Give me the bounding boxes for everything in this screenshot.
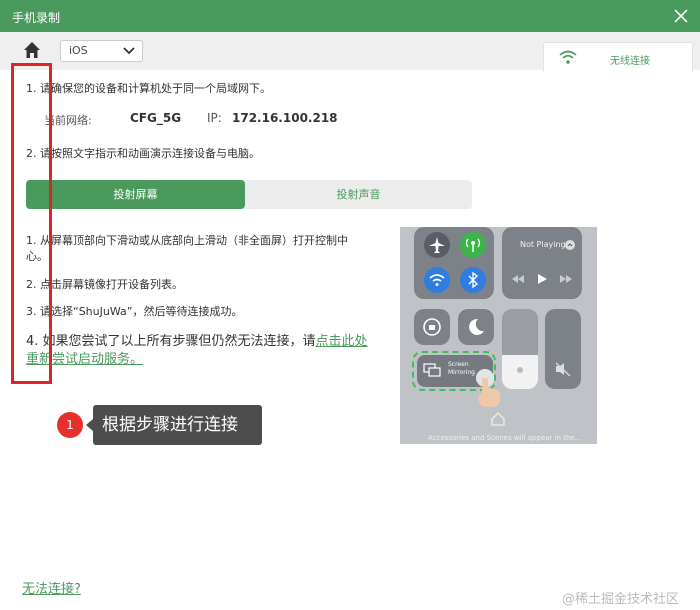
home-icon[interactable] [22, 40, 42, 60]
preview-caption: Accessories and Scenes will appear in th… [428, 434, 582, 442]
now-playing-label: Not Playing [520, 240, 566, 249]
instruction-4-text: 4. 如果您尝试了以上所有步骤但仍然无法连接，请 [26, 334, 316, 349]
chevron-down-icon [123, 47, 135, 55]
window-title: 手机录制 [12, 11, 61, 25]
step-2-text: 2. 请按照文字指示和动画演示连接设备与电脑。 [26, 147, 260, 160]
cellular-icon [460, 232, 486, 258]
instruction-4: 4. 如果您尝试了以上所有步骤但仍然无法连接，请点击此处重新尝试启动服务。 [26, 333, 371, 369]
instruction-1: 1. 从屏幕顶部向下滑动或从底部向上滑动（非全面屏）打开控制中心。 [26, 234, 348, 263]
home-device-icon [491, 412, 505, 426]
os-select[interactable]: iOS [60, 40, 143, 62]
annotation-badge: 1 [57, 412, 83, 438]
instruction-2: 2. 点击屏幕镜像打开设备列表。 [26, 278, 183, 291]
watermark: @稀土掘金技术社区 [562, 592, 680, 607]
annotation-tooltip: 根据步骤进行连接 [86, 405, 262, 445]
do-not-disturb-tile [458, 309, 494, 345]
wifi-icon [559, 50, 577, 64]
cannot-connect-link[interactable]: 无法连接? [22, 578, 81, 597]
ip-label: IP: [207, 111, 222, 125]
sun-icon [517, 367, 523, 373]
screen-mirroring-icon [423, 363, 441, 377]
title-bar: 手机录制 [0, 0, 700, 32]
airplane-icon [424, 232, 450, 258]
volume-slider [545, 309, 581, 389]
tab-wireless-label: 无线连接 [610, 56, 650, 67]
media-controls-icon [512, 274, 572, 284]
brightness-slider [502, 309, 538, 389]
instruction-3: 3. 请选择“ShuJuWa”，然后等待连接成功。 [26, 305, 243, 318]
tab-cast-screen[interactable]: 投射屏幕 [26, 180, 245, 209]
finger-tap-icon [476, 369, 500, 407]
network-name: CFG_5G [130, 111, 182, 125]
ip-value: 172.16.100.218 [232, 111, 338, 125]
highlight-box [11, 63, 52, 384]
control-center-preview: Not Playing Screen Mirroring Accessories… [400, 227, 597, 444]
close-icon[interactable] [670, 5, 692, 27]
projection-mode-toggle: 投射屏幕 投射声音 [26, 180, 472, 209]
tab-wireless[interactable]: 无线连接 [543, 42, 693, 72]
tab-cast-audio[interactable]: 投射声音 [245, 180, 472, 209]
airplay-icon [565, 240, 575, 250]
now-playing-panel [502, 227, 582, 299]
os-select-value: iOS [69, 44, 88, 57]
wifi-toggle-icon [424, 267, 450, 293]
bluetooth-icon [460, 267, 486, 293]
mute-icon [555, 362, 571, 377]
orientation-lock-tile [414, 309, 450, 345]
step-1-text: 1. 请确保您的设备和计算机处于同一个局域网下。 [26, 82, 271, 95]
